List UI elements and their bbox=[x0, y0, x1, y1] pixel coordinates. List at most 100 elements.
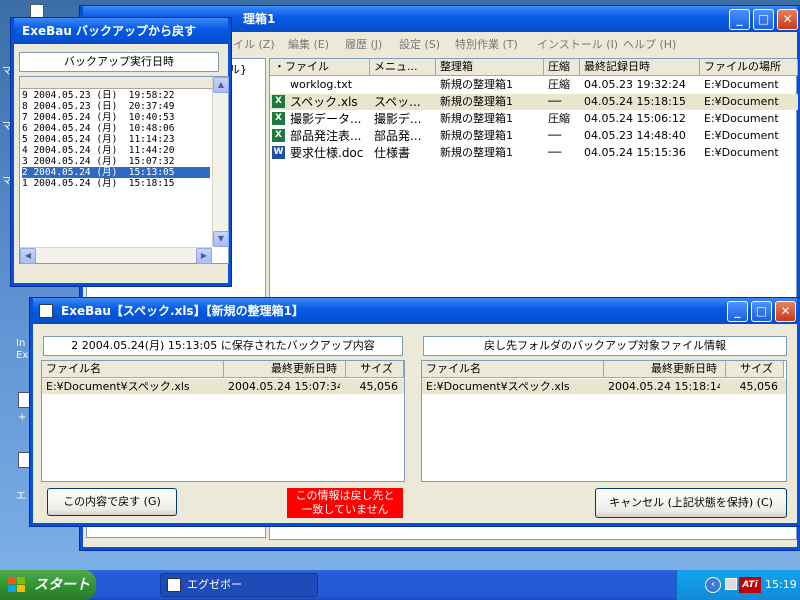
cell-location: E:¥Document bbox=[704, 112, 779, 125]
cell-file[interactable]: 要求仕様.doc bbox=[286, 145, 370, 161]
backup-item[interactable]: 6 2004.05.24 (月) 10:48:06 bbox=[22, 123, 226, 134]
cell-location: E:¥Document bbox=[704, 129, 779, 142]
restore-button[interactable]: この内容で戻す (G) bbox=[47, 488, 177, 516]
menu-install[interactable]: インストール (I) bbox=[537, 36, 618, 52]
cell-file[interactable]: スペック.xls bbox=[286, 94, 370, 110]
cell-size: 45,056 bbox=[739, 380, 779, 393]
cell-box: 新規の整理箱1 bbox=[440, 78, 513, 91]
ati-icon[interactable]: ATi bbox=[739, 577, 761, 593]
target-info-label: 戻し先フォルダのバックアップ対象ファイル情報 bbox=[423, 336, 787, 356]
cell-box: 新規の整理箱1 bbox=[440, 95, 513, 108]
app-icon bbox=[39, 304, 53, 318]
menu-settings[interactable]: 設定 (S) bbox=[399, 36, 440, 52]
maximize-button[interactable]: □ bbox=[753, 9, 774, 30]
backup-item[interactable]: 5 2004.05.24 (月) 11:14:23 bbox=[22, 134, 226, 145]
scroll-left-icon[interactable]: ◀ bbox=[20, 248, 36, 264]
network-icon[interactable] bbox=[725, 578, 737, 590]
detail-window-title-text: ExeBau【スペック.xls】【新規の整理箱1】 bbox=[61, 304, 304, 318]
cell-menu: 仕様書 bbox=[374, 146, 411, 160]
excel-icon: X bbox=[272, 112, 285, 125]
menu-edit[interactable]: 編集 (E) bbox=[288, 36, 329, 52]
cell-location: E:¥Document bbox=[704, 146, 779, 159]
backup-item[interactable]: 7 2004.05.24 (月) 10:40:53 bbox=[22, 112, 226, 123]
col-filename[interactable]: ファイル名 bbox=[42, 361, 224, 378]
cancel-button[interactable]: キャンセル (上記状態を保持) (C) bbox=[595, 488, 787, 518]
scroll-up-icon[interactable]: ▲ bbox=[213, 77, 229, 93]
cell-date: 04.05.24 15:18:15 bbox=[584, 95, 686, 108]
target-info-table[interactable]: ファイル名 最終更新日時 サイズ E:¥Document¥スペック.xls 20… bbox=[421, 360, 787, 482]
cell-date: 04.05.24 15:15:36 bbox=[584, 146, 686, 159]
mismatch-warning: この情報は戻し先と 一致していません bbox=[287, 488, 403, 518]
backup-item[interactable]: 3 2004.05.24 (月) 15:07:32 bbox=[22, 156, 226, 167]
excel-icon: X bbox=[272, 95, 285, 108]
cell-filename: E:¥Document¥スペック.xls bbox=[46, 380, 190, 393]
menu-help[interactable]: ヘルプ (H) bbox=[623, 36, 676, 52]
backup-list[interactable]: 9 2004.05.23 (日) 19:58:22 8 2004.05.23 (… bbox=[19, 76, 229, 264]
clock[interactable]: 15:19 bbox=[765, 570, 800, 600]
col-date[interactable]: 最終記録日時 bbox=[580, 59, 700, 76]
cell-date: 04.05.23 14:48:40 bbox=[584, 129, 686, 142]
cell-filename: E:¥Document¥スペック.xls bbox=[426, 380, 570, 393]
backup-dialog-title: ExeBau バックアップから戻す bbox=[14, 18, 228, 44]
col-compress[interactable]: 圧縮 bbox=[544, 59, 580, 76]
cell-menu: 撮影デ... bbox=[374, 112, 422, 126]
menu-history[interactable]: 履歴 (J) bbox=[345, 36, 382, 52]
desktop-label: + bbox=[18, 412, 27, 423]
scroll-right-icon[interactable]: ▶ bbox=[196, 248, 212, 264]
desktop-label: In bbox=[16, 338, 26, 349]
close-button[interactable]: ✕ bbox=[777, 9, 798, 30]
start-button[interactable]: スタート bbox=[0, 570, 96, 600]
cell-modified: 2004.05.24 15:07:34 bbox=[228, 380, 340, 393]
cell-file[interactable]: worklog.txt bbox=[286, 77, 370, 93]
close-button[interactable]: ✕ bbox=[775, 301, 796, 322]
maximize-button[interactable]: □ bbox=[751, 301, 772, 322]
vertical-scrollbar[interactable]: ▲ ▼ bbox=[212, 77, 229, 247]
cell-file[interactable]: 撮影データ... bbox=[286, 111, 370, 127]
backup-list-column-header bbox=[20, 77, 213, 89]
app-icon bbox=[167, 578, 181, 592]
cell-modified: 2004.05.24 15:18:14 bbox=[608, 380, 720, 393]
menu-file[interactable]: イル (Z) bbox=[233, 36, 275, 52]
cell-location: E:¥Document bbox=[704, 78, 779, 91]
cell-menu: スペッ... bbox=[374, 95, 421, 109]
start-label: スタート bbox=[34, 577, 90, 593]
taskbar-item-exebau[interactable]: エグゼボー bbox=[160, 573, 318, 597]
col-modified[interactable]: 最終更新日時 bbox=[604, 361, 726, 378]
detail-window-title: ExeBau【スペック.xls】【新規の整理箱1】 bbox=[33, 298, 797, 324]
cell-location: E:¥Document bbox=[704, 95, 779, 108]
cell-compress: 圧縮 bbox=[548, 112, 570, 125]
detail-window: ExeBau【スペック.xls】【新規の整理箱1】 _ □ ✕ 2 2004.0… bbox=[30, 298, 800, 526]
windows-logo-icon bbox=[8, 577, 25, 592]
word-icon: W bbox=[272, 146, 285, 159]
backup-dialog: ExeBau バックアップから戻す バックアップ実行日時 9 2004.05.2… bbox=[11, 18, 231, 286]
col-file[interactable]: ・ファイル bbox=[270, 59, 370, 76]
col-size[interactable]: サイズ bbox=[346, 361, 404, 378]
col-size[interactable]: サイズ bbox=[726, 361, 784, 378]
cell-size: 45,056 bbox=[359, 380, 399, 393]
cell-menu: 部品発... bbox=[374, 129, 422, 143]
col-location[interactable]: ファイルの場所 bbox=[700, 59, 798, 76]
backup-item[interactable]: 8 2004.05.23 (日) 20:37:49 bbox=[22, 101, 226, 112]
backup-item[interactable]: 4 2004.05.24 (月) 11:44:20 bbox=[22, 145, 226, 156]
col-modified[interactable]: 最終更新日時 bbox=[224, 361, 346, 378]
minimize-button[interactable]: _ bbox=[729, 9, 750, 30]
cell-menu bbox=[370, 77, 436, 93]
chevron-left-icon[interactable]: ‹ bbox=[705, 577, 721, 593]
backup-content-table[interactable]: ファイル名 最終更新日時 サイズ E:¥Document¥スペック.xls 20… bbox=[41, 360, 405, 482]
cell-box: 新規の整理箱1 bbox=[440, 146, 513, 159]
tree-item[interactable]: ル} bbox=[229, 61, 247, 77]
col-filename[interactable]: ファイル名 bbox=[422, 361, 604, 378]
cell-date: 04.05.24 15:06:12 bbox=[584, 112, 686, 125]
cell-file[interactable]: 部品発注表... bbox=[286, 128, 370, 144]
menu-special[interactable]: 特別作業 (T) bbox=[455, 36, 518, 52]
scroll-down-icon[interactable]: ▼ bbox=[213, 231, 229, 247]
col-box[interactable]: 整理箱 bbox=[436, 59, 544, 76]
col-menu[interactable]: メニュ... bbox=[370, 59, 436, 76]
backup-item[interactable]: 1 2004.05.24 (月) 15:18:15 bbox=[22, 178, 226, 189]
minimize-button[interactable]: _ bbox=[727, 301, 748, 322]
horizontal-scrollbar[interactable]: ◀ ▶ bbox=[20, 247, 212, 264]
backup-item[interactable]: 9 2004.05.23 (日) 19:58:22 bbox=[22, 90, 226, 101]
taskbar: スタート エグゼボー ‹ ATi 15:19 bbox=[0, 570, 800, 600]
backup-item-selected[interactable]: 2 2004.05.24 (月) 15:13:05 bbox=[22, 167, 210, 178]
system-tray: ‹ ATi 15:19 bbox=[676, 570, 800, 600]
